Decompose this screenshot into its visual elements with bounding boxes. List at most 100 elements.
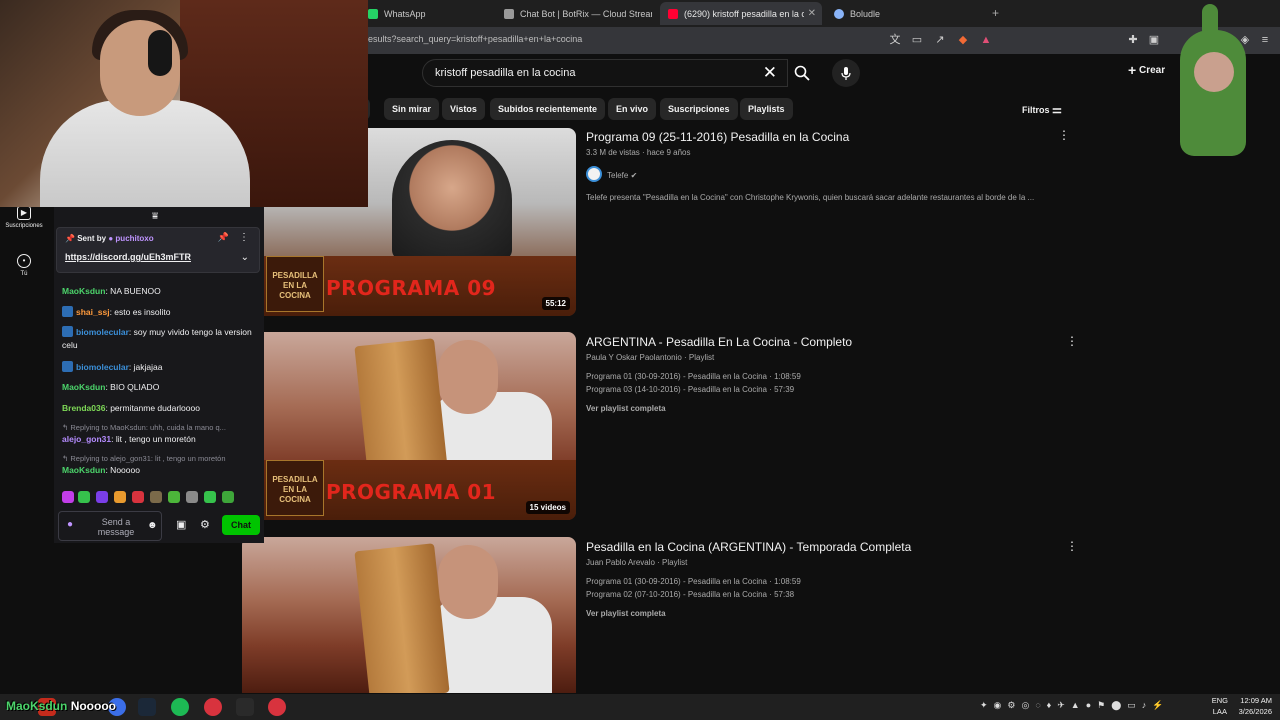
chat-username[interactable]: biomolecular [76,362,129,372]
tab-youtube[interactable]: (6290) kristoff pesadilla en la co ✕ [660,2,822,25]
chat-message: MaoKsdun: BIO QLIADO [62,381,254,394]
settings-gear-icon[interactable]: ⚙ [200,518,210,531]
playlist-item[interactable]: Programa 01 (30-09-2016) - Pesadilla en … [586,577,801,586]
rewards-icon[interactable]: ▲ [979,33,993,47]
chat-message: MaoKsdun: NA BUENOO [62,285,254,298]
cast-icon[interactable]: ▭ [910,33,924,47]
nav-label: Suscripciones [5,223,43,229]
chip-vistos[interactable]: Vistos [442,98,485,120]
chat-username[interactable]: Brenda036 [62,403,105,413]
playlist-title[interactable]: Pesadilla en la Cocina (ARGENTINA) - Tem… [586,540,911,554]
pinned-sent-by: Sent by [77,234,107,243]
chat-username[interactable]: biomolecular [76,327,129,337]
tab-botrix[interactable]: Chat Bot | BotRix — Cloud Streaming [496,2,656,25]
more-options-icon[interactable]: ⋮ [1066,539,1078,553]
chat-username[interactable]: shai_ssj [76,307,110,317]
pinned-link[interactable]: https://discord.gg/uEh3mFTR [65,252,191,262]
chevron-down-icon[interactable]: ⌄ [241,252,249,263]
emote-icon[interactable] [114,491,126,503]
stream-chat-overlay: MaoKsdun Nooooo [6,699,116,713]
spotify-icon[interactable] [171,698,189,716]
app-icon[interactable] [204,698,222,716]
chip-subidos-recientemente[interactable]: Subidos recientemente [490,98,606,120]
chip-en-vivo[interactable]: En vivo [608,98,657,120]
lang-top: ENG [1211,696,1228,705]
chat-username[interactable]: MaoKsdun [62,382,105,392]
emote-icon[interactable] [62,491,74,503]
channel-avatar[interactable] [586,166,602,182]
sidebar-icon[interactable]: ▣ [1147,33,1161,47]
playlist-item[interactable]: Programa 02 (07-10-2016) - Pesadilla en … [586,590,794,599]
steam-icon[interactable] [138,698,156,716]
tab-label: (6290) kristoff pesadilla en la co [684,8,804,19]
windows-taskbar: ✦◉⚙◎◌♦✈▲●⚑⬤▭♪⚡ ENG LAA 12:09 AM 3/26/202… [0,694,1280,720]
channel-name[interactable]: Telefe ✔ [607,171,637,180]
emote-icon[interactable] [78,491,90,503]
chat-username[interactable]: MaoKsdun [62,286,105,296]
view-full-playlist-link[interactable]: Ver playlist completa [586,404,666,413]
system-tray-icons[interactable]: ✦◉⚙◎◌♦✈▲●⚑⬤▭♪⚡ [980,700,1170,711]
playlist-thumbnail[interactable] [242,537,576,693]
more-options-icon[interactable]: ⋮ [239,232,249,243]
new-tab-icon[interactable]: + [992,6,999,20]
language-indicator[interactable]: ENG LAA [1212,695,1228,717]
search-input[interactable]: kristoff pesadilla en la cocina ✕ [422,59,788,87]
chat-send-button[interactable]: Chat [222,515,260,535]
playlist-meta: Juan Pablo Arevalo · Playlist [586,558,688,567]
chat-text: : esto es insolito [109,307,171,317]
emote-icon[interactable] [168,491,180,503]
nav-suscripciones[interactable]: ▶ Suscripciones [0,206,48,229]
playlist-meta: Paula Y Oskar Paolantonio · Playlist [586,353,715,362]
clear-search-icon[interactable]: ✕ [763,63,777,83]
video-title[interactable]: Programa 09 (25-11-2016) Pesadilla en la… [586,130,849,144]
create-button[interactable]: + Crear [1128,62,1165,78]
brave-shield-icon[interactable]: ◆ [956,33,970,47]
chip-sin-mirar[interactable]: Sin mirar [384,98,440,120]
sliders-icon: ⚌ [1052,104,1062,116]
url-field[interactable]: esults?search_query=kristoff+pesadilla+e… [368,34,582,44]
search-button[interactable] [786,59,818,87]
filters-button[interactable]: Filtros ⚌ [1022,103,1062,116]
translate-icon[interactable]: 文 [888,33,902,47]
chat-username[interactable]: alejo_gon31 [62,434,111,444]
emoji-icon[interactable]: ☻ [147,520,158,531]
more-options-icon[interactable]: ⋮ [1066,334,1078,348]
chip-suscripciones[interactable]: Suscripciones [660,98,738,120]
extensions-icon[interactable]: ✚ [1126,33,1140,47]
menu-icon[interactable]: ≡ [1258,33,1272,47]
nav-tu[interactable]: • Tú [0,254,48,277]
emote-icon[interactable] [186,491,198,503]
badge-icon [62,326,73,337]
emote-icon[interactable] [204,491,216,503]
chat-placeholder: Send a message [97,517,135,537]
more-options-icon[interactable]: ⋮ [1058,128,1070,142]
reply-context: ↰ Replying to MaoKsdun: uhh, cuida la ma… [62,423,226,432]
chat-username[interactable]: MaoKsdun [62,465,105,475]
playlist-title[interactable]: ARGENTINA - Pesadilla En La Cocina - Com… [586,335,852,349]
microphone-icon[interactable]: ● [67,519,73,530]
tab-whatsapp[interactable]: WhatsApp [360,2,490,25]
gift-icon[interactable]: ▣ [176,518,186,531]
user-icon: • [17,254,31,268]
close-tab-icon[interactable]: ✕ [808,8,816,19]
emote-icon[interactable] [132,491,144,503]
emote-icon[interactable] [222,491,234,503]
obs-icon[interactable] [268,698,286,716]
playlist-item[interactable]: Programa 01 (30-09-2016) - Pesadilla en … [586,372,801,381]
emote-icon[interactable] [150,491,162,503]
view-full-playlist-link[interactable]: Ver playlist completa [586,609,666,618]
epic-games-icon[interactable] [236,698,254,716]
emote-icon[interactable] [96,491,108,503]
voice-search-button[interactable] [832,59,860,87]
pinned-user[interactable]: puchitoxo [115,234,153,243]
unpin-icon[interactable]: 📌 [218,232,229,243]
reply-context: ↰ Replying to alejo_gon31: lit , tengo u… [62,454,226,463]
chat-settings-icon[interactable]: ⩸ [152,211,158,222]
chat-input[interactable]: ● Send a message ☻ [58,511,162,541]
tab-boludle[interactable]: Boludle [826,2,986,25]
share-icon[interactable]: ↗ [933,33,947,47]
playlist-thumbnail[interactable]: PESADILLA EN LA COCINA PROGRAMA 01 15 vi… [242,332,576,520]
chip-playlists[interactable]: Playlists [740,98,793,120]
system-clock[interactable]: 12:09 AM 3/26/2026 [1239,695,1272,717]
playlist-item[interactable]: Programa 03 (14-10-2016) - Pesadilla en … [586,385,794,394]
